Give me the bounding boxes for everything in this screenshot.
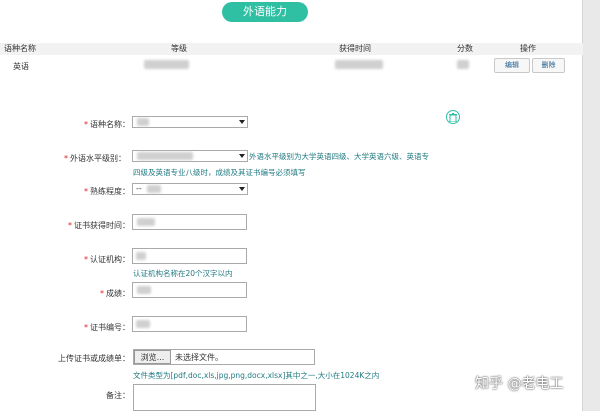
- watermark: 知乎 @老电工: [475, 376, 564, 392]
- level-hint-1: 外语水平级别为大学英语四级、大学英语六级、英语专: [249, 152, 429, 161]
- trash-icon[interactable]: [446, 110, 460, 124]
- row-score-redacted: [457, 60, 469, 69]
- cert-no-input[interactable]: [132, 316, 247, 332]
- col-actions: 操作: [520, 44, 536, 53]
- level-hint-2: 四级及英语专业八级时，成绩及其证书编号必须填写: [133, 168, 306, 177]
- score-input[interactable]: [132, 282, 247, 298]
- upload-label: 上传证书或成绩单：: [58, 354, 130, 363]
- delete-button[interactable]: 删除: [532, 58, 565, 73]
- level-select[interactable]: [132, 150, 248, 162]
- row-date-redacted: [335, 60, 383, 69]
- col-language: 语种名称: [4, 44, 36, 53]
- remark-label: 备注：: [106, 391, 130, 400]
- row-language: 英语: [13, 62, 29, 71]
- cert-no-label: * 证书编号：: [84, 323, 130, 332]
- no-file-text: 未选择文件。: [175, 353, 223, 362]
- score-label: * 成绩：: [100, 289, 130, 298]
- cert-time-label: * 证书获得时间：: [68, 221, 130, 230]
- issuer-hint: 认证机构名称在20个汉字以内: [133, 269, 233, 278]
- language-select[interactable]: [132, 116, 248, 128]
- level-label: * 外语水平级别：: [64, 154, 126, 163]
- issuer-label: * 认证机构：: [84, 255, 130, 264]
- proficiency-label: * 熟练程度：: [84, 187, 130, 196]
- language-label: * 语种名称：: [84, 120, 130, 129]
- proficiency-select[interactable]: --: [132, 183, 248, 195]
- file-type-hint: 文件类型为[pdf,doc,xls,jpg,png,docx,xlsx]其中之一…: [133, 371, 380, 380]
- remark-textarea[interactable]: [133, 384, 316, 411]
- browse-button[interactable]: 浏览...: [134, 350, 171, 364]
- table-header: 语种名称 等级 获得时间 分数 操作: [0, 43, 583, 55]
- row-level-redacted: [144, 60, 189, 69]
- section-title-pill: 外语能力: [222, 2, 308, 22]
- cert-time-input[interactable]: [132, 214, 247, 230]
- col-date: 获得时间: [339, 44, 371, 53]
- edit-button[interactable]: 编辑: [494, 58, 530, 73]
- issuer-input[interactable]: [132, 248, 247, 264]
- vertical-scrollbar[interactable]: [582, 0, 600, 411]
- col-level: 等级: [171, 44, 187, 53]
- col-score: 分数: [457, 44, 473, 53]
